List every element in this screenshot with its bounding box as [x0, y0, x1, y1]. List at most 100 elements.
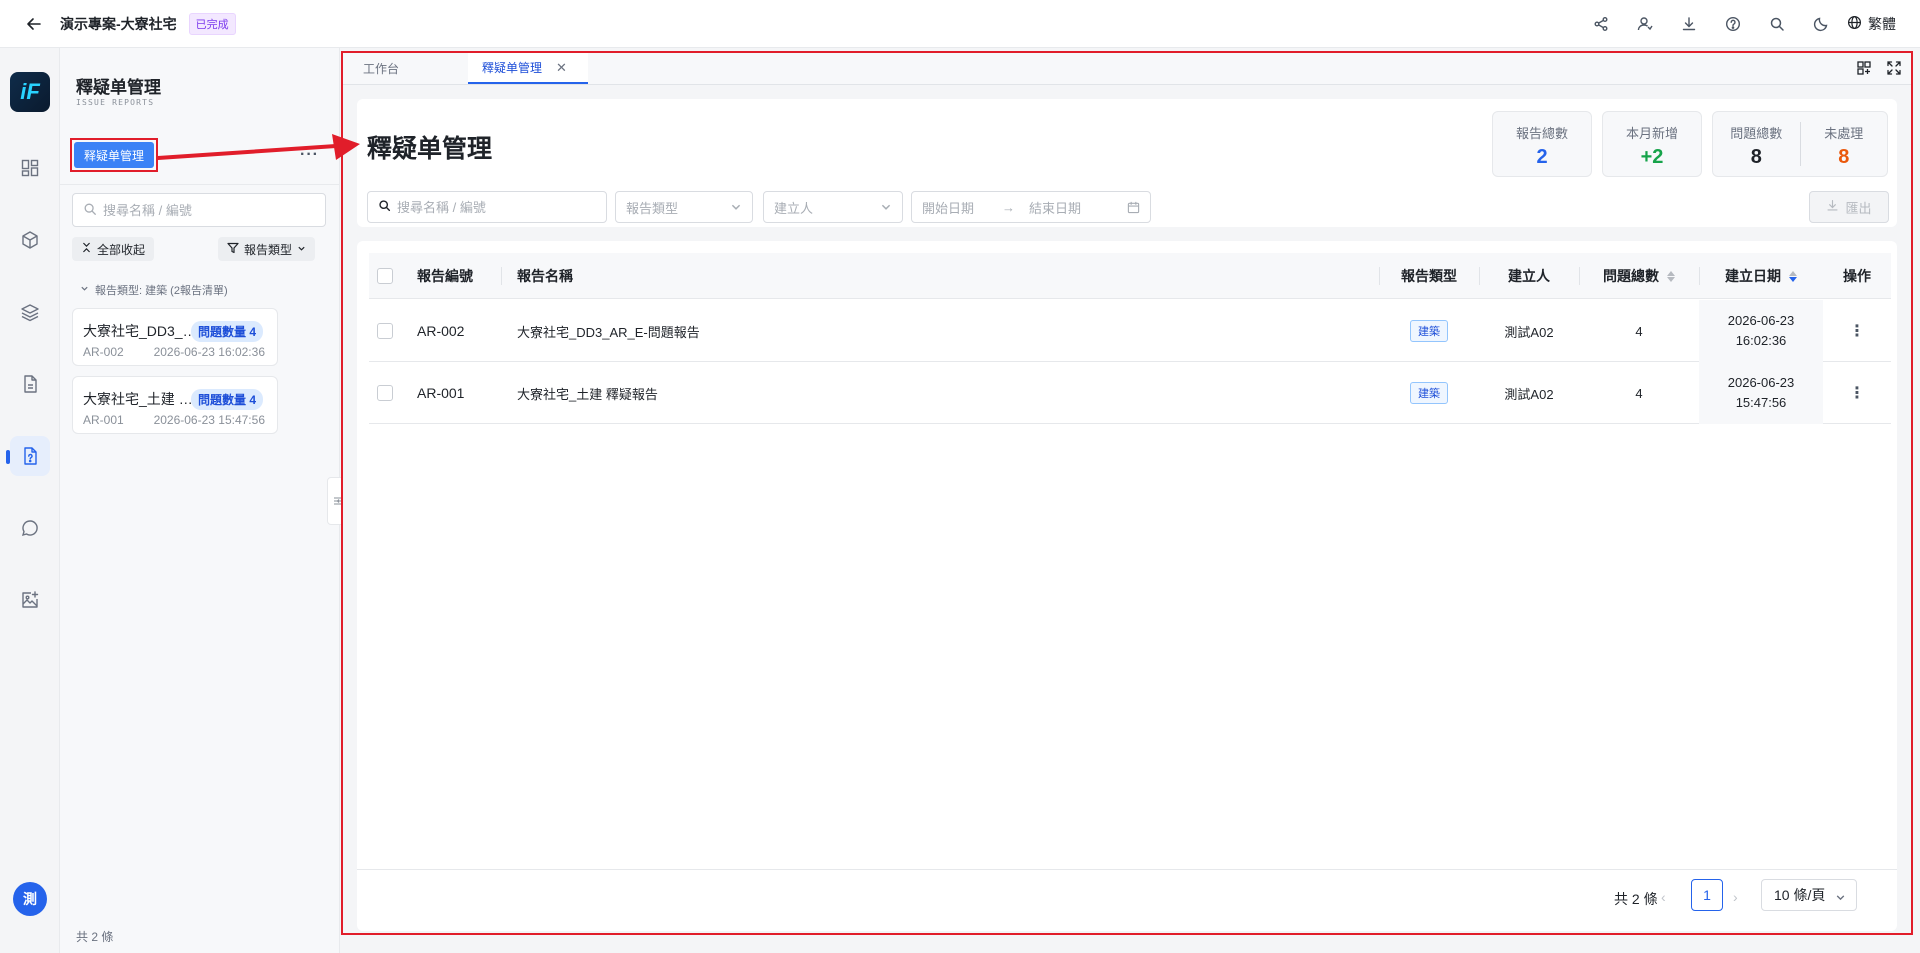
fit-view-icon[interactable] [1855, 59, 1873, 77]
more-options-icon[interactable]: ··· [300, 146, 319, 164]
export-button[interactable]: 匯出 [1809, 191, 1889, 223]
arrow-right-icon: → [1002, 199, 1016, 215]
date-text: 2026-06-23 [1727, 375, 1795, 390]
cell-creator: 測試A02 [1504, 386, 1554, 402]
table-row[interactable]: AR-001 大寮社宅_土建 釋疑報告 建築 測試A02 4 2026-06-2… [369, 362, 1891, 424]
table-header: 報告編號 報告名稱 報告類型 建立人 問題總數 建立日期 操作 [369, 253, 1891, 299]
globe-icon [1847, 15, 1862, 33]
page-size-select[interactable]: 10 條/頁 [1761, 879, 1857, 911]
stat-label: 報告總數 [1515, 126, 1568, 141]
report-card-name: 大寮社宅_DD3_AR_E... [83, 323, 205, 339]
row-checkbox[interactable] [377, 385, 393, 401]
sort-icon[interactable] [1667, 270, 1675, 282]
share-icon[interactable] [1579, 0, 1623, 48]
side-search-input[interactable] [103, 202, 303, 218]
col-header-created-date[interactable]: 建立日期 [1699, 253, 1823, 299]
more-vertical-icon[interactable]: ⋮ [1849, 321, 1865, 341]
back-arrow-icon[interactable] [24, 14, 44, 34]
close-icon[interactable]: ✕ [556, 60, 567, 76]
chevron-down-icon [1835, 890, 1846, 906]
time-text: 16:02:36 [1735, 333, 1787, 348]
issue-count-badge: 問題數量 4 [190, 389, 263, 410]
app-logo[interactable]: iF [10, 72, 50, 112]
filter-icon [227, 242, 239, 257]
chevron-down-icon [297, 242, 306, 256]
more-vertical-icon[interactable]: ⋮ [1849, 383, 1865, 403]
export-icon [1826, 199, 1839, 215]
col-header-issue-count[interactable]: 問題總數 [1579, 253, 1699, 299]
report-card-date: 2026-06-23 16:02:36 [153, 345, 265, 359]
select-all-checkbox[interactable] [377, 268, 393, 284]
collapse-all-button[interactable]: 全部收起 [72, 237, 155, 261]
download-icon[interactable] [1667, 0, 1711, 48]
report-card[interactable]: 大寮社宅_土建 釋疑... 問題數量 4 AR-001 2026-06-23 1… [72, 376, 278, 434]
start-date-placeholder: 開始日期 [922, 200, 975, 216]
pager-prev-icon[interactable]: ‹ [1661, 889, 1666, 905]
report-type-select[interactable]: 報告類型 [615, 191, 753, 223]
search-icon[interactable] [1755, 0, 1799, 48]
end-date-placeholder: 結束日期 [1029, 200, 1082, 216]
cell-name[interactable]: 大寮社宅_DD3_AR_E-問題報告 [517, 300, 700, 362]
stat-label: 未處理 [1824, 126, 1864, 141]
rail-issue-report-icon[interactable] [10, 436, 50, 476]
help-icon[interactable] [1711, 0, 1755, 48]
row-checkbox-cell [377, 300, 393, 362]
rail-dashboard-icon[interactable] [10, 148, 50, 188]
issue-management-button[interactable]: 释疑单管理 [74, 142, 154, 168]
table-row[interactable]: AR-002 大寮社宅_DD3_AR_E-問題報告 建築 測試A02 4 202… [369, 300, 1891, 362]
primary-button-highlight: 释疑单管理 [70, 138, 158, 172]
report-card-code: AR-001 [83, 413, 124, 427]
row-checkbox[interactable] [377, 323, 393, 339]
project-title: 演示專案-大寮社宅 [60, 15, 177, 32]
rail-model-cube-icon[interactable] [10, 220, 50, 260]
cell-type: 建築 [1379, 300, 1479, 362]
col-header-label: 建立日期 [1725, 268, 1781, 284]
rail-document-icon[interactable] [10, 364, 50, 404]
rail-add-image-icon[interactable] [10, 580, 50, 620]
sort-icon[interactable] [1789, 270, 1797, 282]
cell-creator: 測試A02 [1504, 324, 1554, 340]
cell-created-date: 2026-06-23 15:47:56 [1699, 362, 1823, 424]
creator-select[interactable]: 建立人 [763, 191, 903, 223]
col-header-name: 報告名稱 [517, 268, 573, 284]
top-bar: 演示專案-大寮社宅 已完成 繁體 [0, 0, 1920, 48]
dark-mode-icon[interactable] [1799, 0, 1843, 48]
tab-workbench[interactable]: 工作台 [349, 53, 413, 84]
icon-rail: iF 測 [0, 48, 60, 953]
pager-page-button[interactable]: 1 [1691, 879, 1723, 911]
report-card-name: 大寮社宅_土建 釋疑... [83, 391, 205, 407]
side-panel-subtitle: ISSUE REPORTS [76, 98, 155, 107]
select-all-checkbox-cell [377, 253, 393, 299]
cell-code: AR-002 [417, 323, 465, 339]
date-range-picker[interactable]: 開始日期 → 結束日期 [911, 191, 1151, 223]
language-switch[interactable]: 繁體 [1847, 14, 1896, 34]
report-card[interactable]: 大寮社宅_DD3_AR_E... 問題數量 4 AR-002 2026-06-2… [72, 308, 278, 366]
select-placeholder: 建立人 [774, 200, 814, 216]
tab-label: 釋疑单管理 [482, 61, 543, 75]
side-search-box [72, 193, 326, 227]
tab-issue-management[interactable]: 釋疑单管理 ✕ [468, 53, 588, 84]
fullscreen-icon[interactable] [1885, 59, 1903, 77]
stat-label: 問題總數 [1730, 126, 1783, 141]
report-card-date: 2026-06-23 15:47:56 [153, 413, 265, 427]
side-panel-title: 釋疑单管理 [76, 78, 161, 97]
pager-next-icon[interactable]: › [1733, 889, 1738, 905]
page-title: 釋疑单管理 [367, 135, 493, 163]
rail-chat-icon[interactable] [10, 508, 50, 548]
cell-issue-count: 4 [1635, 323, 1643, 339]
main-search-box [367, 191, 607, 223]
rail-layers-icon[interactable] [10, 292, 50, 332]
collapse-all-label: 全部收起 [97, 242, 146, 257]
report-group-toggle[interactable]: 報告類型: 建築 (2報告清單) [80, 282, 228, 298]
report-type-filter[interactable]: 報告類型 [218, 237, 316, 261]
cell-type: 建築 [1379, 362, 1479, 424]
user-avatar[interactable]: 測 [13, 882, 47, 916]
time-text: 15:47:56 [1735, 395, 1787, 410]
user-switch-icon[interactable] [1623, 0, 1667, 48]
main-search-input[interactable] [397, 199, 596, 215]
collapse-icon [81, 242, 92, 256]
col-header-actions: 操作 [1843, 268, 1871, 284]
stat-value: 2 [1536, 146, 1548, 168]
cell-name[interactable]: 大寮社宅_土建 釋疑報告 [517, 362, 658, 424]
col-header-creator: 建立人 [1508, 268, 1550, 284]
